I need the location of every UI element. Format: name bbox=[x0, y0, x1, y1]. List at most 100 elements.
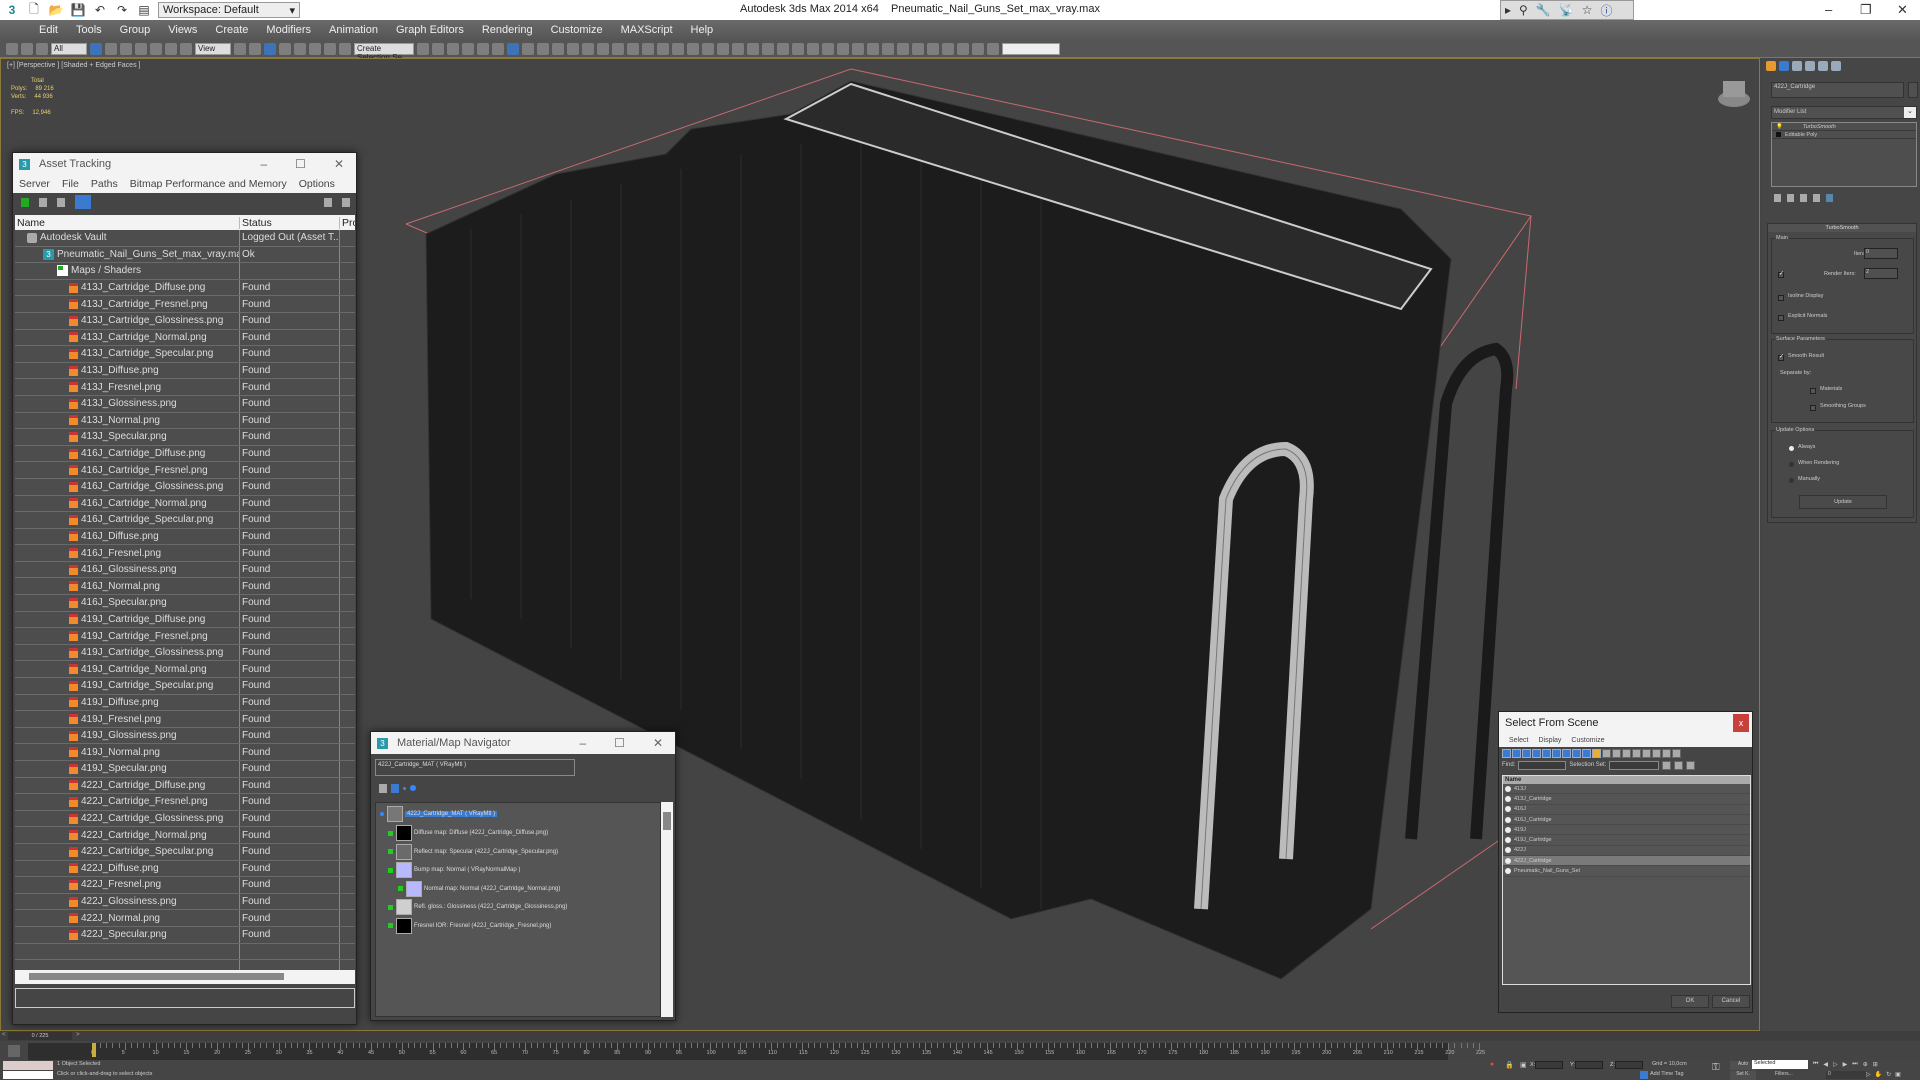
set-key-button[interactable]: Set K. bbox=[1730, 1071, 1756, 1080]
display-lights-icon[interactable] bbox=[1522, 749, 1531, 758]
vray-sphere-light-icon[interactable] bbox=[687, 42, 699, 55]
scale-icon[interactable] bbox=[180, 42, 192, 55]
menu-edit[interactable]: Edit bbox=[30, 24, 67, 36]
scrollbar-thumb[interactable] bbox=[29, 973, 284, 980]
asset-file-row[interactable]: 413J_Specular.png Found bbox=[15, 429, 355, 446]
display-containers-icon[interactable] bbox=[1592, 749, 1601, 758]
vray-fur-light-icon[interactable] bbox=[852, 42, 864, 55]
asset-file-row[interactable]: 413J_Cartridge_Diffuse.png Found bbox=[15, 279, 355, 297]
material-navigator-titlebar[interactable]: 3 Material/Map Navigator – ☐ ✕ bbox=[371, 732, 675, 754]
rendered-frame-window-icon[interactable] bbox=[537, 42, 549, 55]
asset-file-row[interactable]: 413J_Diffuse.png Found bbox=[15, 362, 355, 380]
render-setup-icon[interactable] bbox=[522, 42, 534, 55]
time-slider[interactable] bbox=[0, 1031, 1920, 1041]
track-bar[interactable]: 0510152025303540455055606570758085909510… bbox=[28, 1043, 1485, 1060]
expand-arrow-icon[interactable]: ▸ bbox=[1505, 3, 1511, 17]
asset-file-row[interactable]: 416J_Cartridge_Specular.png Found bbox=[15, 512, 355, 529]
display-helpers-icon[interactable] bbox=[1542, 749, 1551, 758]
help-icon[interactable]: ⓘ bbox=[1601, 2, 1613, 19]
vray-dome-camera-icon[interactable] bbox=[822, 42, 834, 55]
asset-file-row[interactable]: 422J_Cartridge_Normal.png Found bbox=[15, 827, 355, 844]
vray-info-icon[interactable] bbox=[927, 42, 939, 55]
update-button[interactable]: Update bbox=[1799, 495, 1887, 509]
asset-tracking-titlebar[interactable]: 3 Asset Tracking – ☐ ✕ bbox=[13, 153, 356, 175]
vray-help-icon[interactable] bbox=[942, 42, 954, 55]
modifier-editable-poly[interactable]: Editable Poly bbox=[1772, 131, 1916, 139]
maximize-button[interactable]: ☐ bbox=[614, 736, 625, 750]
vray-ies-icon[interactable] bbox=[732, 42, 744, 55]
asset-file-row[interactable]: 413J_Cartridge_Specular.png Found bbox=[15, 346, 355, 363]
display-all-icon[interactable] bbox=[1622, 749, 1631, 758]
menu-rendering[interactable]: Rendering bbox=[473, 24, 542, 36]
asset-file-row[interactable]: 419J_Specular.png Found bbox=[15, 761, 355, 778]
map-row[interactable]: Bump map: Normal ( VRayNormalMap ) bbox=[388, 862, 520, 878]
asset-file-row[interactable]: 419J_Cartridge_Fresnel.png Found bbox=[15, 628, 355, 645]
asset-file-row[interactable]: 416J_Cartridge_Glossiness.png Found bbox=[15, 478, 355, 496]
menu-graph-editors[interactable]: Graph Editors bbox=[387, 24, 473, 36]
asset-file-row[interactable]: 416J_Fresnel.png Found bbox=[15, 545, 355, 562]
menu-server[interactable]: Server bbox=[19, 178, 50, 190]
vray-toolbar-icon[interactable] bbox=[777, 42, 789, 55]
create-tab-icon[interactable] bbox=[1766, 61, 1776, 71]
asset-file-row[interactable]: 416J_Cartridge_Diffuse.png Found bbox=[15, 445, 355, 463]
select-by-name-icon[interactable] bbox=[105, 42, 117, 55]
asset-file-row[interactable]: 413J_Fresnel.png Found bbox=[15, 379, 355, 396]
vray-dome-icon[interactable] bbox=[702, 42, 714, 55]
asset-file-row[interactable]: 422J_Cartridge_Specular.png Found bbox=[15, 843, 355, 861]
open-folder-icon[interactable]: 📂 bbox=[48, 3, 64, 17]
asset-file-row[interactable]: 416J_Diffuse.png Found bbox=[15, 528, 355, 546]
menu-tools[interactable]: Tools bbox=[67, 24, 111, 36]
mirror-icon[interactable] bbox=[417, 42, 429, 55]
list-icons-view-icon[interactable] bbox=[391, 783, 399, 793]
teapot-a-icon[interactable] bbox=[957, 42, 969, 55]
angle-snap-icon[interactable] bbox=[294, 42, 306, 55]
teapot-b-icon[interactable] bbox=[972, 42, 984, 55]
isolate-selection-icon[interactable]: ● bbox=[1490, 1061, 1494, 1068]
pivot-center-icon[interactable] bbox=[234, 42, 246, 55]
menu-group[interactable]: Group bbox=[111, 24, 160, 36]
map-row[interactable]: Fresnel IOR: Fresnel (422J_Cartridge_Fre… bbox=[388, 917, 551, 934]
render-production-icon[interactable] bbox=[552, 42, 564, 55]
play-icon[interactable]: ▷ bbox=[1833, 1061, 1838, 1068]
go-to-start-icon[interactable]: ⏮ bbox=[1813, 1061, 1818, 1068]
asset-file-row[interactable]: 422J_Cartridge_Glossiness.png Found bbox=[15, 810, 355, 828]
tree-view-icon[interactable] bbox=[75, 195, 91, 209]
column-status[interactable]: Status bbox=[240, 216, 340, 229]
scene-object-row[interactable]: 419J bbox=[1503, 825, 1750, 836]
asset-file-row[interactable]: 419J_Cartridge_Glossiness.png Found bbox=[15, 644, 355, 662]
spinner-snap-icon[interactable] bbox=[324, 42, 336, 55]
display-tab-icon[interactable] bbox=[1818, 61, 1828, 71]
modifier-turbosmooth[interactable]: 💡 TurboSmooth bbox=[1772, 123, 1916, 131]
materials-checkbox[interactable] bbox=[1810, 388, 1816, 394]
named-selection-dropdown[interactable]: Create Selection Se bbox=[354, 42, 414, 62]
bind-space-warp-icon[interactable] bbox=[36, 42, 48, 55]
asset-file-row[interactable]: 413J_Normal.png Found bbox=[15, 412, 355, 430]
vray-plane-icon[interactable] bbox=[672, 42, 684, 55]
select-from-scene-titlebar[interactable]: Select From Scene x bbox=[1499, 712, 1752, 734]
asset-file-row[interactable]: 422J_Glossiness.png Found bbox=[15, 893, 355, 911]
vertical-scrollbar[interactable] bbox=[661, 802, 673, 1017]
display-invert-icon[interactable] bbox=[1642, 749, 1651, 758]
close-button[interactable]: x bbox=[1733, 714, 1749, 732]
column-proxy[interactable]: Pro bbox=[340, 217, 355, 229]
scene-object-row[interactable]: Pneumatic_Nail_Guns_Set bbox=[1503, 866, 1750, 877]
vray-sun-icon[interactable] bbox=[747, 42, 759, 55]
z-coordinate-field[interactable] bbox=[1615, 1061, 1643, 1069]
vray-sphere-icon[interactable] bbox=[567, 42, 579, 55]
selection-set-edit-icon[interactable] bbox=[1686, 760, 1696, 770]
rotate-icon[interactable] bbox=[165, 42, 177, 55]
vray-sphere-blue-icon[interactable] bbox=[882, 42, 894, 55]
restore-button[interactable]: ❐ bbox=[1860, 2, 1872, 18]
absolute-mode-icon[interactable]: ▣ bbox=[1520, 1061, 1527, 1069]
menu-paths[interactable]: Paths bbox=[91, 178, 118, 190]
orbit-icon[interactable]: ↻ bbox=[1886, 1071, 1891, 1078]
utilities-tab-icon[interactable] bbox=[1831, 61, 1841, 71]
display-geometry-icon[interactable] bbox=[1502, 749, 1511, 758]
smooth-result-checkbox[interactable] bbox=[1778, 353, 1784, 361]
vray-light-icon[interactable] bbox=[627, 42, 639, 55]
modifier-list-dropdown[interactable]: Modifier List ⌄ bbox=[1771, 106, 1917, 119]
asset-file-row[interactable]: 422J_Diffuse.png Found bbox=[15, 860, 355, 878]
settings-icon[interactable] bbox=[342, 197, 350, 207]
asset-file-row[interactable]: 416J_Specular.png Found bbox=[15, 595, 355, 612]
key-filter-dropdown[interactable]: Selected bbox=[1752, 1060, 1808, 1069]
